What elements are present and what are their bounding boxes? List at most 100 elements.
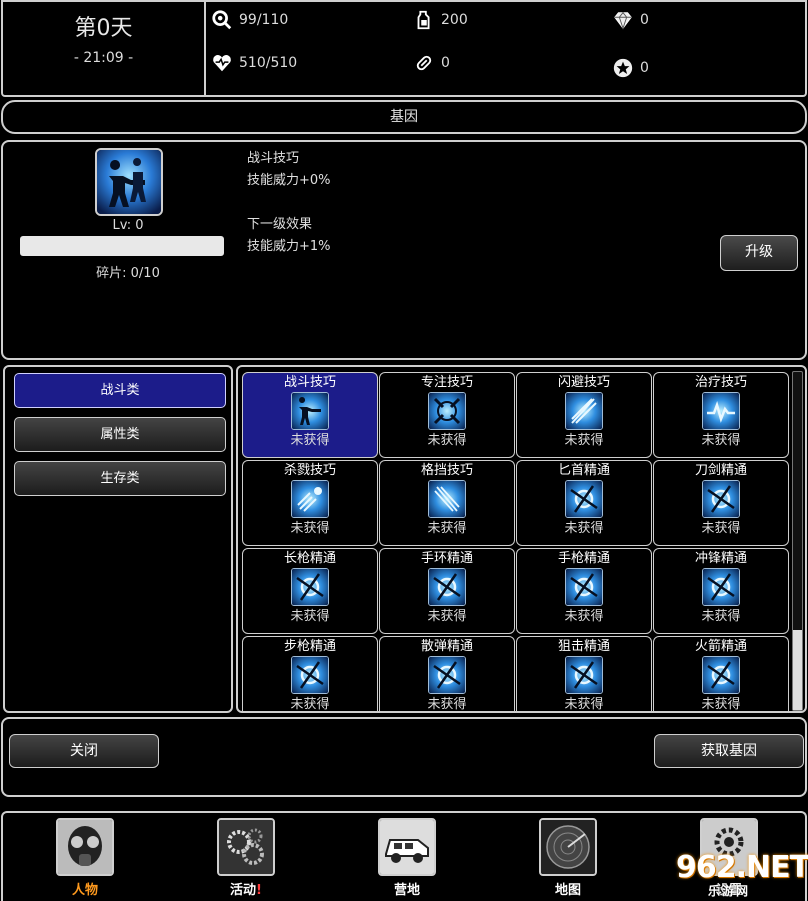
gene-cell-status: 未获得 bbox=[427, 521, 467, 536]
gene-grid-panel: 战斗技巧 未获得 专注技巧 未获得 闪避技巧 未获得 治疗技巧 未获得 杀戮技巧 未获得 格挡技巧未… bbox=[236, 365, 807, 713]
gene-cell-name: 杀戮技巧 bbox=[283, 463, 336, 478]
nav-item[interactable]: 人物 bbox=[45, 818, 125, 898]
gene-cell-status: 未获得 bbox=[564, 697, 604, 712]
gene-cell-name: 匕首精通 bbox=[557, 463, 610, 478]
radar-icon bbox=[539, 818, 597, 876]
gene-cell-status: 未获得 bbox=[564, 521, 604, 536]
food-stat: 99/110 bbox=[211, 9, 288, 31]
mastery-icon bbox=[702, 568, 740, 606]
gene-cell-status: 未获得 bbox=[427, 697, 467, 712]
game-clock: - 21:09 - bbox=[73, 50, 134, 66]
page-title: 基因 bbox=[1, 100, 807, 134]
water-value: 200 bbox=[441, 12, 468, 28]
nav-label-text: 地图 bbox=[554, 883, 581, 898]
gene-cell[interactable]: 专注技巧 未获得 bbox=[379, 372, 515, 458]
nav-item[interactable]: 营地 bbox=[367, 818, 447, 898]
food-icon bbox=[212, 10, 232, 30]
mastery-icon bbox=[291, 656, 329, 694]
gene-cell[interactable]: 狙击精通 未获得 bbox=[516, 636, 652, 712]
medicine-stat: 0 bbox=[413, 52, 450, 74]
gene-cell-status: 未获得 bbox=[427, 609, 467, 624]
gene-cell[interactable]: 治疗技巧 未获得 bbox=[653, 372, 789, 458]
obtain-gene-button[interactable]: 获取基因 bbox=[654, 734, 804, 768]
next-level-effect: 技能威力+1% bbox=[247, 239, 331, 254]
gene-level: Lv: 0 bbox=[112, 218, 144, 233]
category-survival[interactable]: 生存类 bbox=[14, 461, 226, 496]
close-button[interactable]: 关闭 bbox=[9, 734, 159, 768]
kill-icon bbox=[291, 480, 329, 518]
diamond-value: 0 bbox=[640, 12, 649, 28]
gene-description: 战斗技巧 技能威力+0% 下一级效果 技能威力+1% bbox=[247, 148, 331, 258]
gene-cell-name: 步枪精通 bbox=[283, 639, 336, 654]
nav-label: 活动! bbox=[206, 879, 286, 898]
mastery-icon bbox=[565, 480, 603, 518]
gene-cell[interactable]: 手枪精通 未获得 bbox=[516, 548, 652, 634]
focus-icon bbox=[428, 392, 466, 430]
star-value: 0 bbox=[640, 60, 649, 76]
gene-cell[interactable]: 手环精通 未获得 bbox=[379, 548, 515, 634]
gene-cell-status: 未获得 bbox=[701, 609, 741, 624]
nav-label-text: 营地 bbox=[393, 883, 420, 898]
gene-cell-status: 未获得 bbox=[290, 521, 330, 536]
nav-label: 营地 bbox=[367, 879, 447, 898]
gene-cell-status: 未获得 bbox=[701, 433, 741, 448]
gene-cell[interactable]: 火箭精通 未获得 bbox=[653, 636, 789, 711]
water-stat: 200 bbox=[413, 9, 468, 31]
gene-cell-name: 长枪精通 bbox=[283, 551, 336, 566]
gene-cell[interactable]: 散弹精通 未获得 bbox=[379, 636, 515, 712]
nav-item[interactable]: 地图 bbox=[528, 818, 608, 898]
nav-label: 人物 bbox=[45, 879, 125, 898]
action-bar: 关闭 获取基因 bbox=[1, 717, 807, 797]
category-sidebar: 战斗类 属性类 生存类 bbox=[3, 365, 233, 713]
mastery-icon bbox=[565, 568, 603, 606]
gene-cell[interactable]: 格挡技巧 未获得 bbox=[379, 460, 515, 546]
gene-cell-name: 火箭精通 bbox=[694, 639, 747, 654]
watermark-subtext: 乐游网 bbox=[708, 884, 751, 898]
health-icon bbox=[213, 55, 231, 72]
block-icon bbox=[428, 480, 466, 518]
nav-label-text: 活动 bbox=[230, 883, 257, 898]
gene-cell[interactable]: 长枪精通 未获得 bbox=[242, 548, 378, 634]
notification-badge: ! bbox=[256, 883, 262, 898]
gene-cell-status: 未获得 bbox=[564, 433, 604, 448]
gene-cell[interactable]: 刀剑精通 未获得 bbox=[653, 460, 789, 546]
gas-mask-icon bbox=[56, 818, 114, 876]
mastery-icon bbox=[291, 568, 329, 606]
gene-progress-bar bbox=[20, 236, 224, 256]
day-panel: 第0天 - 21:09 - bbox=[3, 2, 206, 97]
upgrade-button[interactable]: 升级 bbox=[720, 235, 798, 271]
category-combat[interactable]: 战斗类 bbox=[14, 373, 226, 408]
soldier-icon bbox=[291, 392, 329, 430]
water-bottle-icon bbox=[417, 10, 430, 30]
star-badge-icon bbox=[613, 58, 633, 78]
grid-scrollbar[interactable] bbox=[792, 371, 803, 711]
gene-cell[interactable]: 杀戮技巧 未获得 bbox=[242, 460, 378, 546]
gene-cell[interactable]: 匕首精通 未获得 bbox=[516, 460, 652, 546]
nav-item[interactable]: 活动! bbox=[206, 818, 286, 898]
gene-cell-name: 刀剑精通 bbox=[694, 463, 747, 478]
scroll-thumb[interactable] bbox=[793, 630, 802, 710]
gene-cell-status: 未获得 bbox=[290, 609, 330, 624]
gene-cell[interactable]: 闪避技巧 未获得 bbox=[516, 372, 652, 458]
shard-count: 碎片: 0/10 bbox=[96, 266, 160, 281]
mastery-icon bbox=[702, 480, 740, 518]
gene-cell-name: 闪避技巧 bbox=[557, 375, 610, 390]
health-value: 510/510 bbox=[239, 55, 298, 71]
diamond-stat: 0 bbox=[612, 9, 649, 31]
mastery-icon bbox=[702, 656, 740, 694]
gene-cell[interactable]: 冲锋精通 未获得 bbox=[653, 548, 789, 634]
gene-cell-name: 专注技巧 bbox=[420, 375, 473, 390]
gene-cell-name: 冲锋精通 bbox=[694, 551, 747, 566]
mastery-icon bbox=[428, 656, 466, 694]
category-attribute[interactable]: 属性类 bbox=[14, 417, 226, 452]
nav-label-text: 人物 bbox=[71, 883, 98, 898]
heal-icon bbox=[702, 392, 740, 430]
gene-cell-status: 未获得 bbox=[564, 609, 604, 624]
pill-icon bbox=[416, 55, 432, 71]
gene-cell[interactable]: 步枪精通 未获得 bbox=[242, 636, 378, 711]
gene-cell-status: 未获得 bbox=[701, 521, 741, 536]
food-value: 99/110 bbox=[239, 12, 289, 28]
gene-cell[interactable]: 战斗技巧 未获得 bbox=[242, 372, 378, 458]
medicine-value: 0 bbox=[441, 55, 450, 71]
gene-cell-name: 格挡技巧 bbox=[420, 463, 473, 478]
